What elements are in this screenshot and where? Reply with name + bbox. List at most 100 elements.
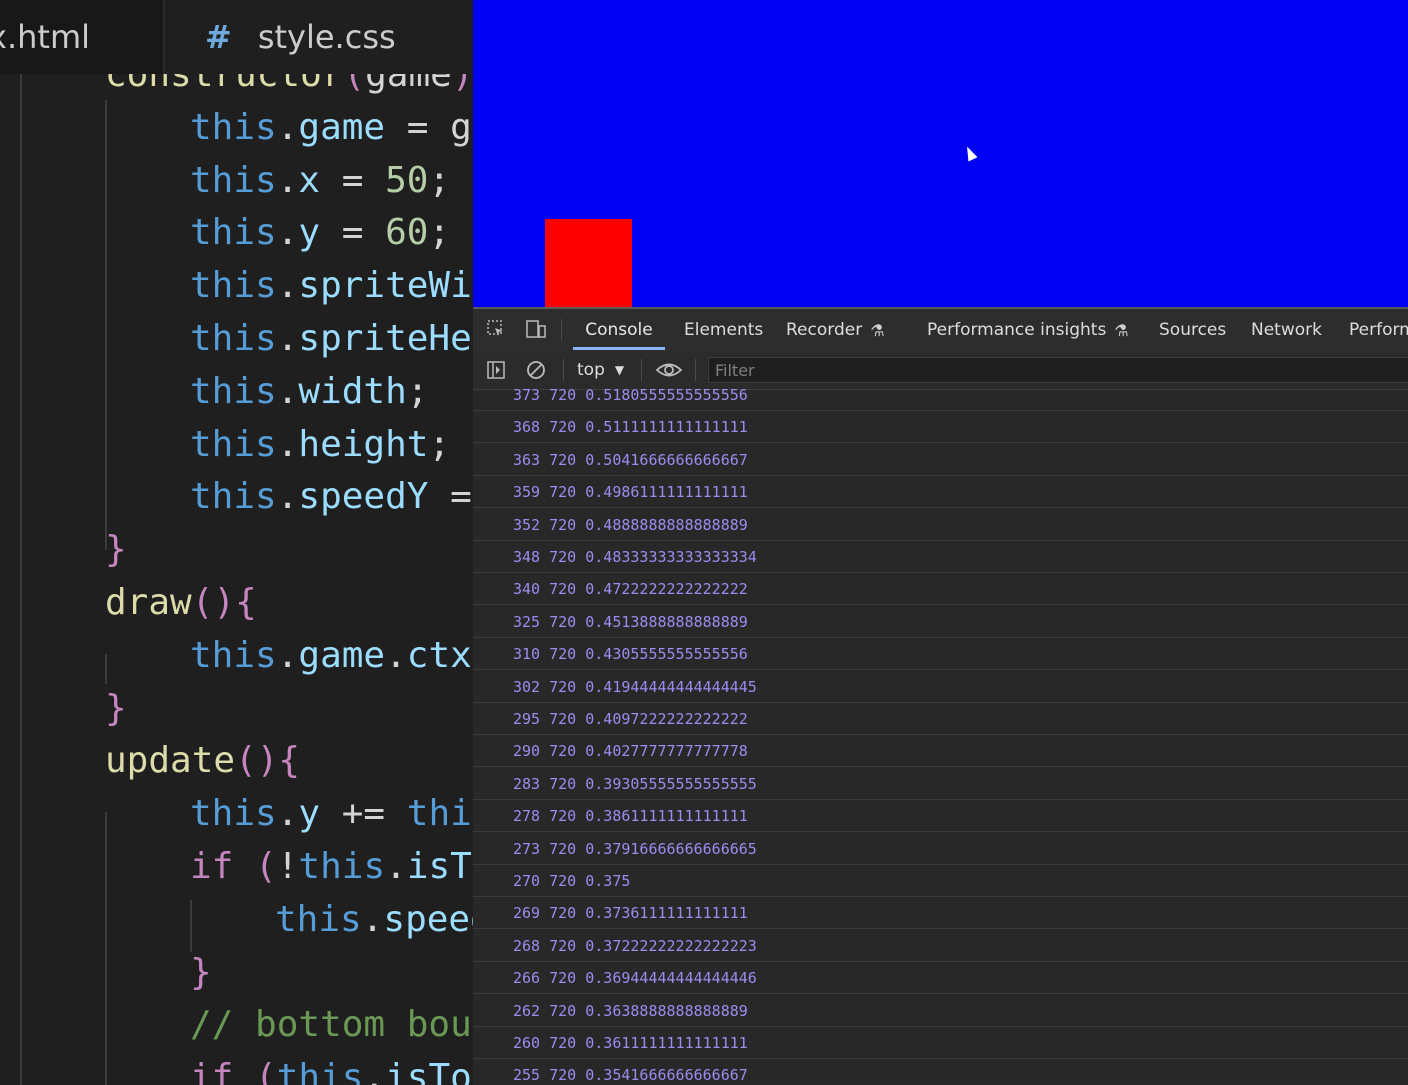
- code-token: .: [385, 846, 407, 887]
- console-log-row[interactable]: 268 720 0.37222222222222223: [473, 930, 1408, 962]
- code-token: game: [298, 634, 386, 676]
- code-editor[interactable]: x.html # style.css constructor(game){thi…: [0, 0, 473, 1085]
- code-token: speedY: [298, 476, 429, 518]
- code-area[interactable]: constructor(game){this.game = gathis.x =…: [0, 74, 473, 1085]
- device-toolbar-icon[interactable]: [525, 318, 547, 340]
- console-log-row[interactable]: 325 720 0.4513888888888889: [473, 606, 1408, 638]
- console-log-text: 268 720 0.37222222222222223: [513, 936, 757, 955]
- code-token: spriteWid: [298, 265, 473, 307]
- console-log-row[interactable]: 290 720 0.4027777777777778: [473, 735, 1408, 768]
- console-log-row[interactable]: 352 720 0.4888888888888889: [473, 509, 1408, 541]
- code-line[interactable]: }: [105, 682, 127, 735]
- tab-recorder[interactable]: Recorder ⚗: [786, 309, 885, 351]
- console-log-row[interactable]: 348 720 0.48333333333333334: [473, 541, 1408, 573]
- console-log-row[interactable]: 363 720 0.5041666666666667: [473, 444, 1408, 476]
- console-log-row[interactable]: 373 720 0.5180555555555556: [473, 389, 1408, 411]
- console-log-row[interactable]: 368 720 0.5111111111111111: [473, 411, 1408, 444]
- tab-network[interactable]: Network: [1251, 309, 1322, 351]
- console-log-text: 255 720 0.3541666666666667: [513, 1066, 748, 1085]
- console-log-row[interactable]: 310 720 0.4305555555555556: [473, 638, 1408, 671]
- code-token: .: [276, 159, 299, 201]
- console-filter-input[interactable]: [708, 357, 1408, 383]
- code-line[interactable]: }: [105, 523, 127, 576]
- code-line[interactable]: update(){: [105, 734, 300, 787]
- tab-elements[interactable]: Elements: [684, 309, 763, 351]
- indent-guide: [105, 100, 107, 550]
- tab-performance[interactable]: Perform: [1349, 309, 1408, 351]
- code-token: .: [276, 423, 299, 465]
- code-line[interactable]: constructor(game){: [105, 74, 473, 101]
- code-token: .: [276, 634, 299, 676]
- console-log-row[interactable]: 260 720 0.3611111111111111: [473, 1027, 1408, 1059]
- console-log-row[interactable]: 270 720 0.375: [473, 865, 1408, 897]
- console-log-row[interactable]: 283 720 0.39305555555555555: [473, 768, 1408, 800]
- code-line[interactable]: this.spriteHei: [190, 312, 473, 365]
- code-line[interactable]: this.height;: [190, 418, 450, 471]
- code-token: .: [276, 476, 299, 518]
- code-token: this: [190, 423, 277, 465]
- code-token: .: [276, 265, 299, 307]
- inspect-element-icon[interactable]: [485, 318, 507, 340]
- code-line[interactable]: this.width;: [190, 365, 428, 418]
- editor-tab-index-html[interactable]: x.html: [0, 0, 165, 74]
- console-log-row[interactable]: 359 720 0.4986111111111111: [473, 476, 1408, 509]
- console-log-row[interactable]: 269 720 0.3736111111111111: [473, 897, 1408, 930]
- code-line[interactable]: this.speedY =: [190, 470, 472, 523]
- context-selector[interactable]: top ▼: [577, 359, 624, 381]
- code-token: ;: [406, 370, 429, 412]
- code-token: this: [190, 212, 277, 254]
- clear-console-icon[interactable]: [525, 359, 547, 381]
- console-log-row[interactable]: 278 720 0.3861111111111111: [473, 800, 1408, 833]
- live-expression-eye-icon[interactable]: [655, 359, 683, 381]
- code-token: +=: [320, 793, 407, 835]
- devtools-tab-bar: Console Elements Recorder ⚗ Performance …: [473, 309, 1408, 352]
- code-line[interactable]: this.game.ctx: [190, 629, 472, 682]
- code-line[interactable]: this.y = 60;: [190, 206, 450, 259]
- code-line[interactable]: this.spriteWid: [190, 259, 473, 312]
- code-line[interactable]: // bottom boun: [190, 998, 473, 1051]
- console-log-text: 290 720 0.4027777777777778: [513, 742, 748, 761]
- code-line[interactable]: if (this.isTou: [190, 1051, 473, 1085]
- code-line[interactable]: this.speed: [275, 893, 473, 946]
- code-line[interactable]: if (!this.isTo: [190, 840, 473, 893]
- tab-label: Network: [1251, 320, 1322, 340]
- player-sprite: [545, 219, 632, 307]
- editor-tab-style-css[interactable]: # style.css: [165, 0, 473, 74]
- code-token: isTou: [385, 1057, 473, 1085]
- code-token: y: [298, 793, 321, 835]
- tab-label: Perform: [1349, 320, 1408, 340]
- mouse-cursor-icon: [962, 144, 978, 162]
- devtools-panel: Console Elements Recorder ⚗ Performance …: [473, 307, 1408, 1085]
- code-token: }: [105, 687, 127, 729]
- show-sidebar-icon[interactable]: [485, 359, 507, 381]
- code-token: .: [361, 898, 384, 940]
- console-log-row[interactable]: 255 720 0.3541666666666667: [473, 1059, 1408, 1085]
- console-log-text: 348 720 0.48333333333333334: [513, 548, 757, 566]
- code-line[interactable]: this.game = ga: [190, 101, 473, 154]
- tab-performance-insights[interactable]: Performance insights ⚗: [927, 309, 1129, 351]
- console-log-text: 340 720 0.4722222222222222: [513, 580, 748, 599]
- code-token: this: [190, 106, 277, 148]
- console-log-row[interactable]: 266 720 0.36944444444444446: [473, 962, 1408, 995]
- console-log-row[interactable]: 262 720 0.3638888888888889: [473, 995, 1408, 1027]
- console-log-row[interactable]: 295 720 0.4097222222222222: [473, 703, 1408, 735]
- console-log-row[interactable]: 273 720 0.37916666666666665: [473, 833, 1408, 865]
- code-token: ;: [428, 159, 451, 201]
- tab-label: Sources: [1159, 320, 1227, 340]
- tab-sources[interactable]: Sources: [1159, 309, 1226, 351]
- code-line[interactable]: this.y += this: [190, 787, 473, 840]
- code-line[interactable]: this.x = 50;: [190, 154, 450, 207]
- console-log-row[interactable]: 302 720 0.41944444444444445: [473, 671, 1408, 703]
- console-log-text: 373 720 0.5180555555555556: [513, 389, 748, 404]
- console-log-text: 283 720 0.39305555555555555: [513, 774, 757, 793]
- game-canvas[interactable]: [473, 0, 1408, 307]
- console-output[interactable]: 373 720 0.5180555555555556 368 720 0.5111…: [473, 389, 1408, 1085]
- code-line[interactable]: }: [190, 946, 212, 999]
- code-token: .: [276, 212, 299, 254]
- console-log-row[interactable]: 340 720 0.4722222222222222: [473, 573, 1408, 606]
- code-line[interactable]: draw(){: [105, 576, 257, 629]
- tab-console[interactable]: Console: [573, 309, 665, 351]
- toolbar-divider: [695, 359, 696, 381]
